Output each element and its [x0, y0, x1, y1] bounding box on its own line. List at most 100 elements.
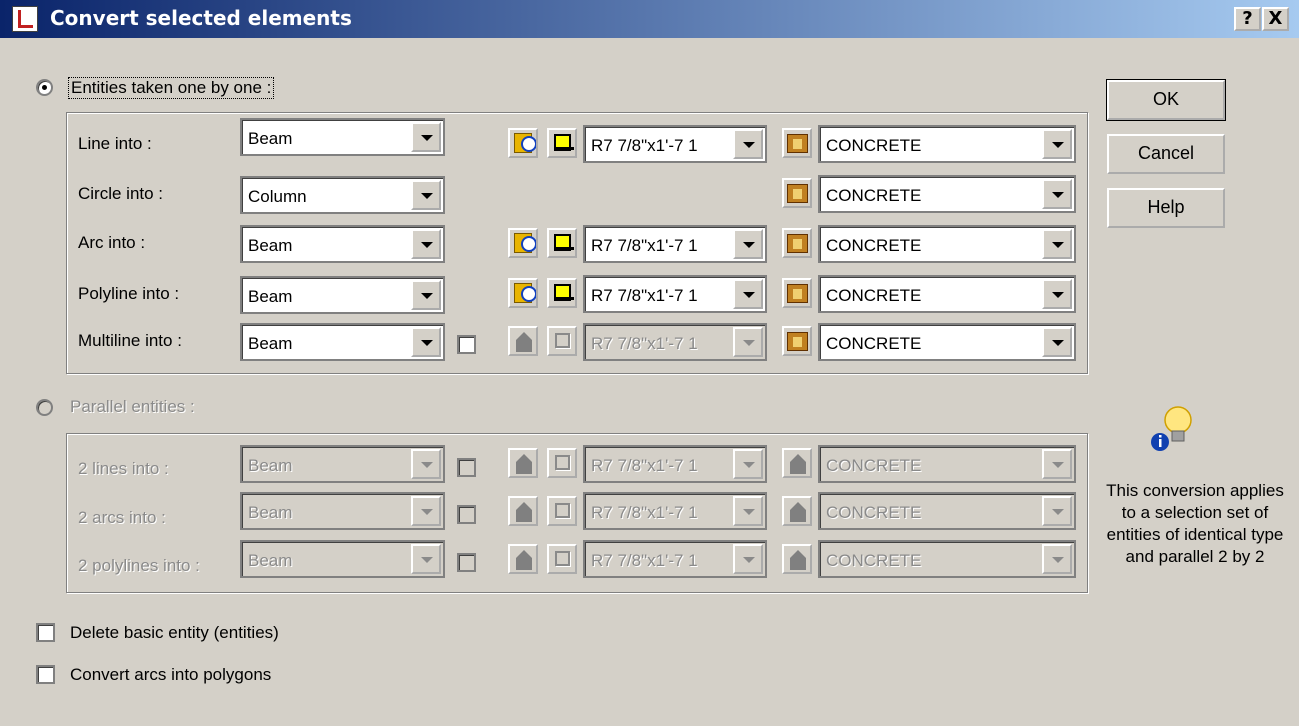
chevron-down-icon: [411, 449, 441, 479]
parallel-entities-label[interactable]: Parallel entities :: [70, 397, 195, 417]
help-title-button[interactable]: ?: [1234, 7, 1261, 31]
circle-material-select[interactable]: CONCRETE: [818, 175, 1076, 213]
two-arcs-section-select: R7 7/8"x1'-7 1: [583, 492, 767, 530]
circle-type-select[interactable]: Column: [240, 176, 445, 214]
chevron-down-icon[interactable]: [733, 279, 763, 309]
chevron-down-icon: [411, 544, 441, 574]
polyline-type-select[interactable]: Beam: [240, 276, 445, 314]
chevron-down-icon: [733, 496, 763, 526]
material-button[interactable]: [782, 278, 812, 308]
two-lines-checkbox: [457, 458, 476, 477]
chevron-down-icon: [733, 327, 763, 357]
section-disabled-icon: [516, 454, 532, 474]
section-shape-button[interactable]: [547, 278, 577, 308]
section-shape-disabled-icon: [555, 503, 570, 518]
two-polylines-section-select: R7 7/8"x1'-7 1: [583, 540, 767, 578]
two-polylines-type-select: Beam: [240, 540, 445, 578]
cancel-button[interactable]: Cancel: [1107, 134, 1225, 174]
multiline-into-label: Multiline into :: [78, 331, 182, 350]
close-button[interactable]: X: [1262, 7, 1289, 31]
material-icon: [787, 284, 808, 303]
two-arcs-checkbox: [457, 505, 476, 524]
line-section-select[interactable]: R7 7/8"x1'-7 1: [583, 125, 767, 163]
material-icon: [787, 184, 808, 203]
multiline-material-select[interactable]: CONCRETE: [818, 323, 1076, 361]
material-button[interactable]: [782, 128, 812, 158]
chevron-down-icon: [733, 544, 763, 574]
section-shape-disabled-icon: [555, 455, 570, 470]
chevron-down-icon[interactable]: [411, 327, 441, 357]
section-properties-button: [508, 496, 538, 526]
chevron-down-icon[interactable]: [1042, 179, 1072, 209]
parallel-entities-radio[interactable]: [36, 399, 53, 416]
material-icon: [787, 234, 808, 253]
arc-material-select[interactable]: CONCRETE: [818, 225, 1076, 263]
chevron-down-icon[interactable]: [411, 180, 441, 210]
polyline-into-label: Polyline into :: [78, 284, 180, 303]
chevron-down-icon: [1042, 544, 1072, 574]
section-properties-button[interactable]: [508, 278, 538, 308]
polyline-material-select[interactable]: CONCRETE: [818, 275, 1076, 313]
multiline-section-select: R7 7/8"x1'-7 1: [583, 323, 767, 361]
chevron-down-icon[interactable]: [733, 129, 763, 159]
material-button[interactable]: [782, 178, 812, 208]
arc-into-label: Arc into :: [78, 233, 146, 252]
material-icon: [787, 332, 808, 351]
delete-basic-entity-label[interactable]: Delete basic entity (entities): [70, 623, 279, 643]
section-shape-icon: [554, 234, 574, 251]
section-shape-icon: [554, 284, 574, 301]
section-shape-button[interactable]: [547, 128, 577, 158]
material-button[interactable]: [782, 228, 812, 258]
two-polylines-checkbox: [457, 553, 476, 572]
two-arcs-into-label: 2 arcs into :: [78, 508, 166, 527]
section-properties-button[interactable]: [508, 128, 538, 158]
chevron-down-icon[interactable]: [1042, 327, 1072, 357]
multiline-checkbox[interactable]: [457, 335, 476, 354]
entities-one-by-one-label[interactable]: Entities taken one by one :: [68, 77, 275, 99]
two-lines-material-select: CONCRETE: [818, 445, 1076, 483]
arc-section-select[interactable]: R7 7/8"x1'-7 1: [583, 225, 767, 263]
line-type-select[interactable]: Beam: [240, 118, 445, 156]
entities-one-by-one-radio[interactable]: [36, 79, 53, 96]
material-button: [782, 448, 812, 478]
info-text: This conversion applies to a selection s…: [1106, 481, 1284, 566]
title-bar: Convert selected elements ? X: [0, 0, 1299, 38]
section-properties-button: [508, 326, 538, 356]
polyline-section-select[interactable]: R7 7/8"x1'-7 1: [583, 275, 767, 313]
section-properties-button[interactable]: [508, 228, 538, 258]
window-title: Convert selected elements: [50, 6, 352, 30]
chevron-down-icon[interactable]: [411, 280, 441, 310]
line-into-label: Line into :: [78, 134, 152, 153]
material-icon: [787, 134, 808, 153]
chevron-down-icon: [411, 496, 441, 526]
section-shape-icon: [554, 134, 574, 151]
delete-basic-entity-checkbox[interactable]: [36, 623, 55, 642]
arc-type-select[interactable]: Beam: [240, 225, 445, 263]
ok-button[interactable]: OK: [1106, 79, 1226, 121]
material-button[interactable]: [782, 326, 812, 356]
circle-into-label: Circle into :: [78, 184, 164, 203]
chevron-down-icon: [1042, 496, 1072, 526]
line-material-select[interactable]: CONCRETE: [818, 125, 1076, 163]
chevron-down-icon[interactable]: [1042, 279, 1072, 309]
chevron-down-icon[interactable]: [411, 229, 441, 259]
convert-arcs-label[interactable]: Convert arcs into polygons: [70, 665, 271, 685]
section-shape-disabled-icon: [555, 333, 570, 348]
chevron-down-icon[interactable]: [733, 229, 763, 259]
section-gear-icon: [514, 233, 536, 253]
material-button: [782, 496, 812, 526]
help-button[interactable]: Help: [1107, 188, 1225, 228]
two-lines-into-label: 2 lines into :: [78, 459, 169, 478]
chevron-down-icon[interactable]: [1042, 129, 1072, 159]
section-shape-button: [547, 496, 577, 526]
material-disabled-icon: [790, 502, 806, 522]
chevron-down-icon[interactable]: [1042, 229, 1072, 259]
section-shape-button[interactable]: [547, 228, 577, 258]
convert-arcs-checkbox[interactable]: [36, 665, 55, 684]
multiline-type-select[interactable]: Beam: [240, 323, 445, 361]
section-properties-button: [508, 544, 538, 574]
section-disabled-icon: [516, 550, 532, 570]
chevron-down-icon: [733, 449, 763, 479]
chevron-down-icon[interactable]: [411, 122, 441, 152]
section-gear-icon: [514, 133, 536, 153]
